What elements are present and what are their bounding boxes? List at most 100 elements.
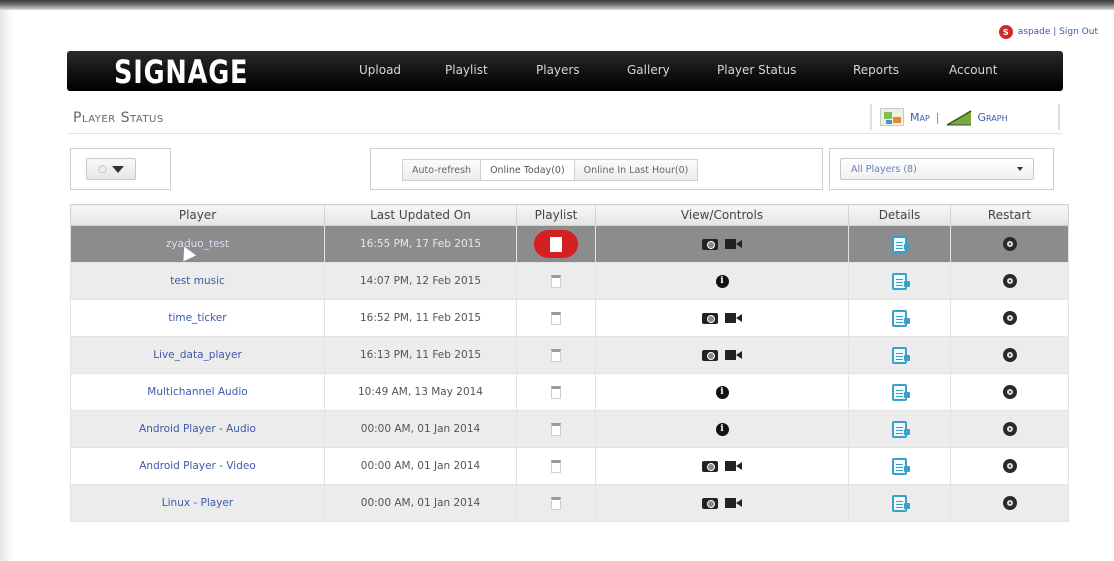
player-name-link[interactable]: Linux - Player [70, 484, 325, 522]
restart-icon[interactable] [1002, 237, 1017, 251]
playlist-icon[interactable] [551, 422, 561, 436]
details-icon[interactable] [892, 494, 910, 512]
restart-cell [950, 373, 1069, 411]
video-camera-icon[interactable] [725, 461, 742, 471]
video-camera-icon[interactable] [725, 350, 742, 360]
nav-upload[interactable]: Upload [359, 63, 401, 77]
table-row[interactable]: test music 14:07 PM, 12 Feb 2015 i [70, 262, 1069, 300]
player-name-link[interactable]: Android Player - Video [70, 447, 325, 485]
col-player[interactable]: Player [70, 204, 325, 226]
user-links[interactable]: aspade | Sign Out [1018, 27, 1098, 37]
playlist-cell [516, 373, 596, 411]
col-details[interactable]: Details [848, 204, 951, 226]
playlist-active-button[interactable] [534, 230, 578, 258]
player-name-link[interactable]: test music [70, 262, 325, 300]
info-icon[interactable]: i [715, 385, 729, 399]
title-divider [67, 133, 1063, 134]
brand-logo[interactable]: SIGNAGE [114, 53, 248, 91]
video-camera-icon[interactable] [725, 313, 742, 323]
details-icon[interactable] [892, 346, 910, 364]
nav-player-status[interactable]: Player Status [717, 63, 796, 77]
user-avatar[interactable]: S [998, 25, 1013, 39]
last-updated-cell: 16:13 PM, 11 Feb 2015 [324, 336, 517, 374]
table-row[interactable]: zyaduo_test 16:55 PM, 17 Feb 2015 [70, 225, 1069, 263]
restart-icon[interactable] [1002, 459, 1017, 473]
tab-auto-refresh[interactable]: Auto-refresh [402, 159, 482, 181]
player-name-link[interactable]: Live_data_player [70, 336, 325, 374]
top-navbar: SIGNAGE Upload Playlist Players Gallery … [67, 51, 1063, 91]
player-name-link[interactable]: Multichannel Audio [70, 373, 325, 411]
map-icon[interactable] [880, 108, 904, 126]
col-last-updated[interactable]: Last Updated On [324, 204, 517, 226]
video-camera-icon[interactable] [725, 498, 742, 508]
details-cell [848, 447, 951, 485]
checkbox-glyph: ○ [98, 163, 107, 175]
details-icon[interactable] [892, 272, 910, 290]
restart-cell [950, 262, 1069, 300]
details-icon[interactable] [892, 309, 910, 327]
table-row[interactable]: Android Player - Audio 00:00 AM, 01 Jan 2… [70, 410, 1069, 448]
info-icon[interactable]: i [715, 422, 729, 436]
details-cell [848, 299, 951, 337]
view-controls-cell: i [595, 373, 849, 411]
table-row[interactable]: Android Player - Video 00:00 AM, 01 Jan 2… [70, 447, 1069, 485]
camera-icon[interactable] [702, 238, 718, 250]
graph-icon[interactable] [946, 108, 972, 126]
nav-gallery[interactable]: Gallery [627, 63, 670, 77]
restart-icon[interactable] [1002, 496, 1017, 510]
view-controls [702, 238, 742, 250]
col-restart[interactable]: Restart [950, 204, 1069, 226]
select-all-dropdown-button[interactable]: ○ [86, 158, 136, 180]
map-link[interactable]: Map [910, 111, 930, 124]
playlist-icon[interactable] [551, 496, 561, 510]
camera-icon[interactable] [702, 349, 718, 361]
camera-icon[interactable] [702, 497, 718, 509]
view-controls: i [715, 385, 729, 399]
camera-icon[interactable] [702, 312, 718, 324]
tab-online-today[interactable]: Online Today(0) [480, 159, 575, 181]
table-row[interactable]: Multichannel Audio 10:49 AM, 13 May 2014 i [70, 373, 1069, 411]
player-filter-value: All Players (8) [851, 163, 917, 175]
details-icon[interactable] [892, 235, 910, 253]
restart-icon[interactable] [1002, 348, 1017, 362]
playlist-icon[interactable] [551, 348, 561, 362]
playlist-icon[interactable] [551, 459, 561, 473]
player-name-link[interactable]: zyaduo_test [70, 225, 325, 263]
restart-icon[interactable] [1002, 422, 1017, 436]
details-icon[interactable] [892, 420, 910, 438]
view-controls-cell [595, 299, 849, 337]
restart-cell [950, 225, 1069, 263]
restart-icon[interactable] [1002, 274, 1017, 288]
nav-account[interactable]: Account [949, 63, 997, 77]
graph-link[interactable]: Graph [978, 111, 1008, 124]
col-playlist[interactable]: Playlist [516, 204, 596, 226]
table-row[interactable]: Live_data_player 16:13 PM, 11 Feb 2015 [70, 336, 1069, 374]
table-row[interactable]: time_ticker 16:52 PM, 11 Feb 2015 [70, 299, 1069, 337]
info-icon[interactable]: i [715, 274, 729, 288]
col-view-controls[interactable]: View/Controls [595, 204, 849, 226]
restart-cell [950, 410, 1069, 448]
camera-icon[interactable] [702, 460, 718, 472]
playlist-icon[interactable] [551, 311, 561, 325]
nav-playlist[interactable]: Playlist [445, 63, 488, 77]
restart-icon[interactable] [1002, 311, 1017, 325]
playlist-icon[interactable] [551, 385, 561, 399]
playlist-cell [516, 484, 596, 522]
video-camera-icon[interactable] [725, 239, 742, 249]
details-icon[interactable] [892, 383, 910, 401]
playlist-icon[interactable] [551, 274, 561, 288]
table-row[interactable]: Linux - Player 00:00 AM, 01 Jan 2014 [70, 484, 1069, 522]
player-name-link[interactable]: Android Player - Audio [70, 410, 325, 448]
tab-online-last-hour[interactable]: Online In Last Hour(0) [573, 159, 699, 181]
details-icon[interactable] [892, 457, 910, 475]
player-filter-select[interactable]: All Players (8) [840, 158, 1034, 180]
player-name-link[interactable]: time_ticker [70, 299, 325, 337]
last-updated-cell: 00:00 AM, 01 Jan 2014 [324, 410, 517, 448]
restart-cell [950, 336, 1069, 374]
restart-cell [950, 484, 1069, 522]
nav-players[interactable]: Players [536, 63, 580, 77]
player-status-table: Player Last Updated On Playlist View/Con… [70, 204, 1069, 522]
nav-reports[interactable]: Reports [853, 63, 899, 77]
view-controls [702, 497, 742, 509]
restart-icon[interactable] [1002, 385, 1017, 399]
